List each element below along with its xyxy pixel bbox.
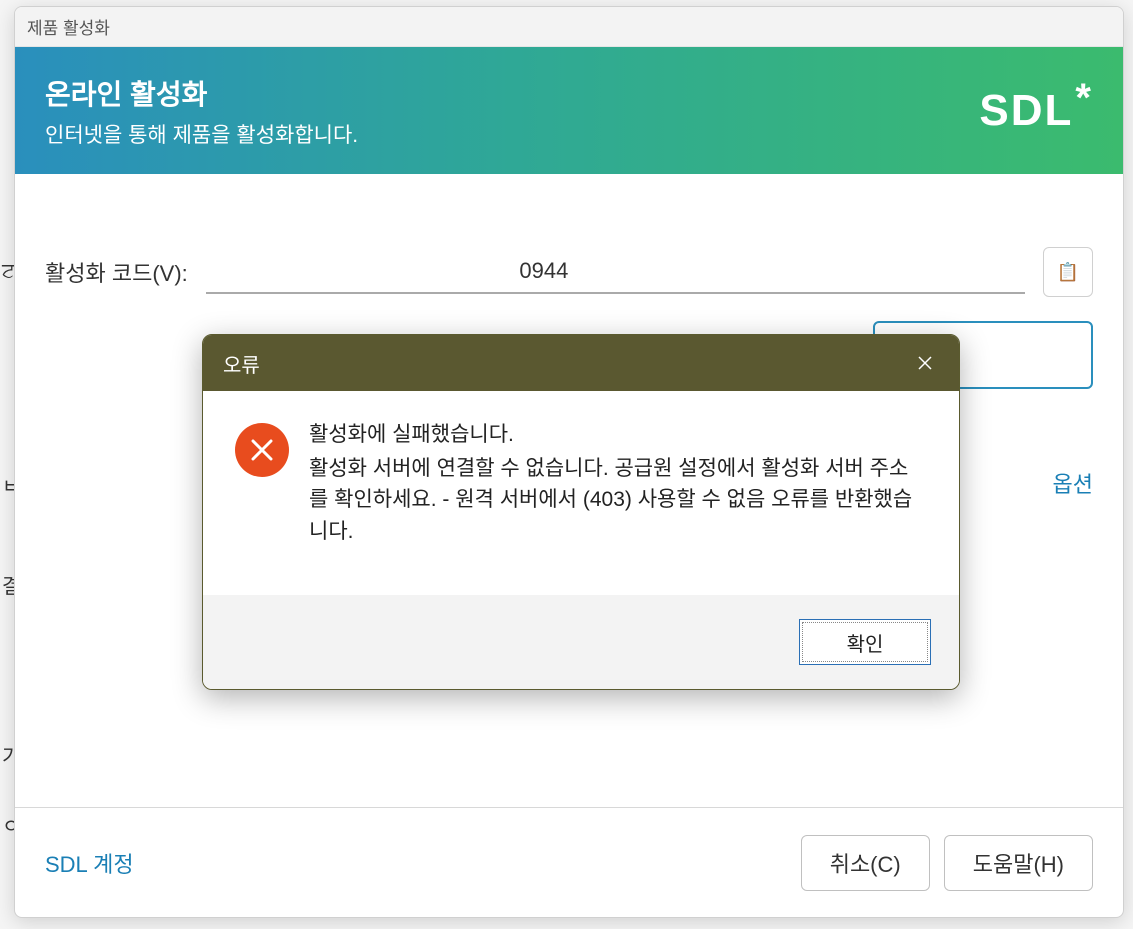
- error-line2: 활성화 서버에 연결할 수 없습니다. 공급원 설정에서 활성화 서버 주소를 …: [309, 453, 927, 548]
- error-dialog-title: 오류: [223, 349, 260, 378]
- error-message: 활성화에 실패했습니다. 활성화 서버에 연결할 수 없습니다. 공급원 설정에…: [309, 419, 927, 567]
- banner-text: 온라인 활성화 인터넷을 통해 제품을 활성화합니다.: [45, 73, 358, 149]
- error-dialog-body: 활성화에 실패했습니다. 활성화 서버에 연결할 수 없습니다. 공급원 설정에…: [203, 391, 959, 595]
- cancel-button[interactable]: 취소(C): [801, 835, 930, 891]
- logo-text: SDL: [979, 86, 1073, 136]
- error-line1: 활성화에 실패했습니다.: [309, 419, 927, 451]
- options-link[interactable]: 옵션: [1053, 467, 1093, 499]
- error-icon: [235, 423, 289, 477]
- close-icon[interactable]: [911, 349, 939, 377]
- ok-button[interactable]: 확인: [799, 619, 931, 665]
- error-dialog: 오류 활성화에 실패했습니다. 활성화 서버에 연결할 수 없습니다. 공급원 …: [202, 334, 960, 690]
- window-title: 제품 활성화: [27, 14, 110, 39]
- banner: 온라인 활성화 인터넷을 통해 제품을 활성화합니다. SDL *: [15, 47, 1123, 177]
- paste-button[interactable]: 📋: [1043, 247, 1093, 297]
- clipboard-icon: 📋: [1057, 262, 1079, 283]
- error-dialog-footer: 확인: [203, 595, 959, 689]
- activation-code-row: 활성화 코드(V): 📋: [45, 247, 1093, 297]
- banner-title: 온라인 활성화: [45, 73, 358, 113]
- banner-subtitle: 인터넷을 통해 제품을 활성화합니다.: [45, 119, 358, 149]
- footer-buttons: 취소(C) 도움말(H): [801, 835, 1093, 891]
- error-dialog-titlebar: 오류: [203, 335, 959, 391]
- window-titlebar: 제품 활성화: [15, 7, 1123, 47]
- sdl-account-link[interactable]: SDL 계정: [45, 847, 134, 879]
- activation-code-input[interactable]: [206, 250, 1025, 294]
- sdl-logo: SDL *: [979, 86, 1093, 136]
- footer: SDL 계정 취소(C) 도움말(H): [15, 807, 1123, 917]
- activation-code-label: 활성화 코드(V):: [45, 256, 188, 288]
- help-button[interactable]: 도움말(H): [944, 835, 1093, 891]
- logo-star-icon: *: [1075, 86, 1093, 110]
